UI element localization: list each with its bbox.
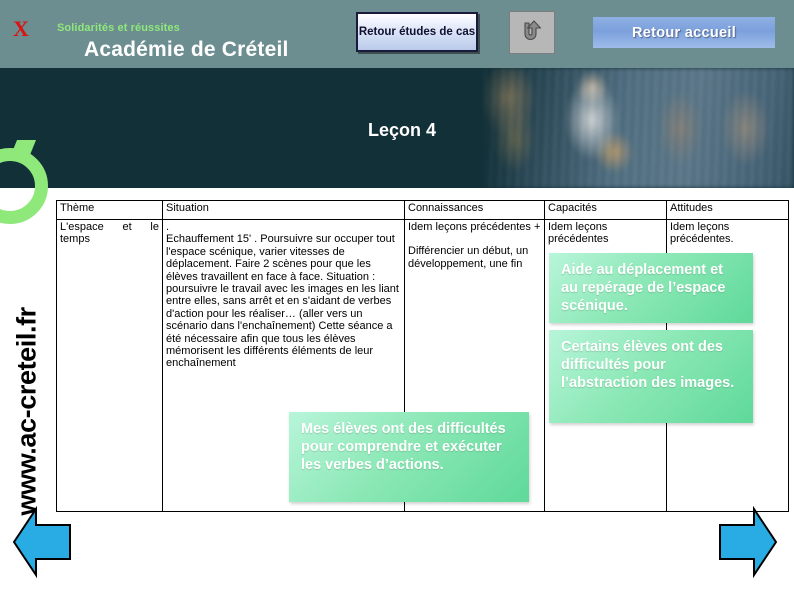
table-header-row: Thème Situation Connaissances Capacités … — [56, 200, 789, 220]
page-title: Leçon 4 — [368, 120, 437, 140]
connaissances-line-1: Idem leçons précédentes + — [408, 221, 541, 233]
column-header-connaissances: Connaissances — [404, 200, 545, 220]
retour-accueil-button[interactable]: Retour accueil — [593, 17, 775, 48]
column-header-situation: Situation — [162, 200, 405, 220]
broken-image-icon: X — [13, 16, 29, 41]
next-slide-arrow[interactable] — [716, 505, 778, 584]
page-header-band: X Solidarités et réussites Académie de C… — [0, 0, 794, 68]
uturn-back-button[interactable] — [509, 11, 555, 54]
callout-aide-deplacement: Aide au déplacement et au repérage de l’… — [549, 253, 753, 323]
sidebar-website-url: www.ac-creteil.fr — [11, 307, 42, 516]
connaissances-line-2: Différencier un début, un développement,… — [408, 245, 529, 270]
brand-tagline: Solidarités et réussites — [57, 22, 180, 34]
arrow-right-icon — [719, 505, 778, 579]
previous-slide-arrow[interactable] — [12, 505, 74, 584]
column-header-attitudes: Attitudes — [666, 200, 789, 220]
situation-text: Echauffement 15' . Poursuivre sur occupe… — [166, 233, 399, 370]
column-header-theme: Thème — [56, 200, 163, 220]
retour-etudes-de-cas-button[interactable]: Retour études de cas — [356, 12, 478, 52]
column-header-capacites: Capacités — [544, 200, 667, 220]
banner-photo-motion-blur — [484, 68, 794, 188]
callout-certains-eleves: Certains élèves ont des difficultés pour… — [549, 330, 753, 423]
brand-title: Académie de Créteil — [84, 38, 289, 61]
arrow-left-icon — [12, 505, 71, 579]
u-turn-arrow-icon — [524, 19, 542, 40]
cell-theme: L'espace et le temps — [56, 219, 163, 512]
banner-photo-fade — [430, 68, 520, 188]
callout-mes-eleves: Mes élèves ont des difficultés pour comp… — [289, 412, 529, 502]
situation-lead-dot: . — [166, 221, 170, 233]
